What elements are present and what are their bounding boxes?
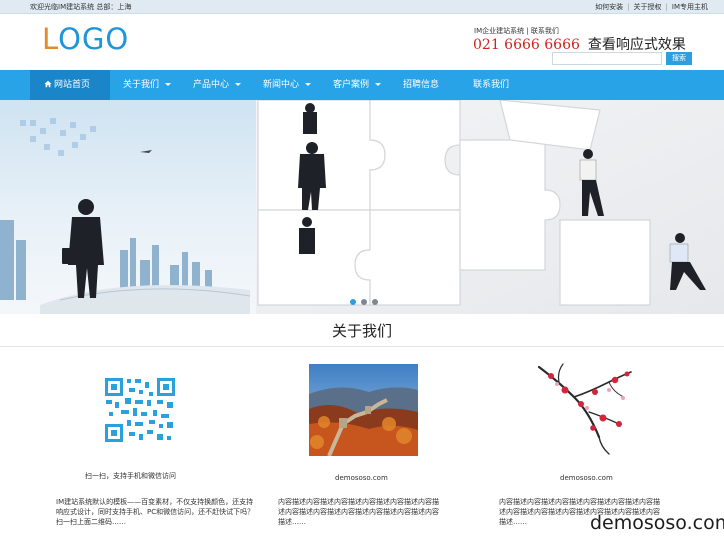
item-description: 内容描述内容描述内容描述内容描述内容描述内容描述内容描述内容描述内容描述内容描述… (278, 498, 439, 526)
link-install[interactable]: 如何安装 (591, 0, 627, 14)
nav-home[interactable]: 网站首页 (30, 70, 110, 100)
phone-number: 021 6666 6666 (473, 37, 580, 53)
qr-caption: 扫一扫，支持手机和微信访问 (85, 472, 176, 480)
top-links: 如何安装 | 关于授权 | IM专用主机 (591, 0, 712, 14)
banner-image (0, 100, 724, 314)
great-wall-photo (309, 364, 418, 456)
chevron-down-icon (235, 83, 242, 86)
chevron-down-icon (305, 83, 312, 86)
nav-about[interactable]: 关于我们 (123, 70, 172, 100)
section-title: 关于我们 (331, 322, 392, 340)
link-hosting[interactable]: IM专用主机 (668, 0, 712, 14)
item-caption[interactable]: demososo.com (560, 474, 613, 482)
item-caption[interactable]: demososo.com (335, 474, 388, 482)
search-input[interactable] (552, 52, 662, 65)
nav-news[interactable]: 新闻中心 (263, 70, 312, 100)
search-button[interactable]: 搜索 (666, 52, 692, 65)
chevron-down-icon (165, 83, 172, 86)
slider-dots (350, 299, 378, 305)
header: LOGO IM企业建站系统 | 联系我们 021 6666 6666 查看响应式效… (0, 14, 724, 70)
home-icon (44, 80, 52, 88)
main-nav: 网站首页 关于我们 产品中心 新闻中心 客户案例 招聘信息 联系我们 (0, 70, 724, 100)
nav-cases[interactable]: 客户案例 (333, 70, 382, 100)
slider-dot-3[interactable] (372, 299, 378, 305)
divider (0, 346, 724, 347)
header-phone-line: 021 6666 6666 查看响应式效果 (473, 34, 686, 54)
slider-dot-2[interactable] (361, 299, 367, 305)
nav-products[interactable]: 产品中心 (193, 70, 242, 100)
link-license[interactable]: 关于授权 (630, 0, 666, 14)
watermark: demososo.com (590, 512, 724, 534)
responsive-link[interactable]: 查看响应式效果 (588, 37, 686, 53)
top-bar: 欢迎光临IM建站系统 总部：上海 如何安装 | 关于授权 | IM专用主机 (0, 0, 724, 14)
qr-code-image (103, 376, 177, 444)
nav-jobs[interactable]: 招聘信息 (403, 70, 439, 100)
chevron-down-icon (375, 83, 382, 86)
logo[interactable]: LOGO (42, 22, 129, 56)
nav-contact[interactable]: 联系我们 (473, 70, 509, 100)
welcome-text: 欢迎光临IM建站系统 总部：上海 (30, 3, 132, 11)
plum-blossom-painting (529, 362, 639, 457)
item-description: IM建站系统默认的模板——百变素材，不仅支持换颜色，还支持响应式设计，同时支持手… (56, 498, 255, 526)
banner-slider[interactable] (0, 100, 724, 314)
slider-dot-1[interactable] (350, 299, 356, 305)
